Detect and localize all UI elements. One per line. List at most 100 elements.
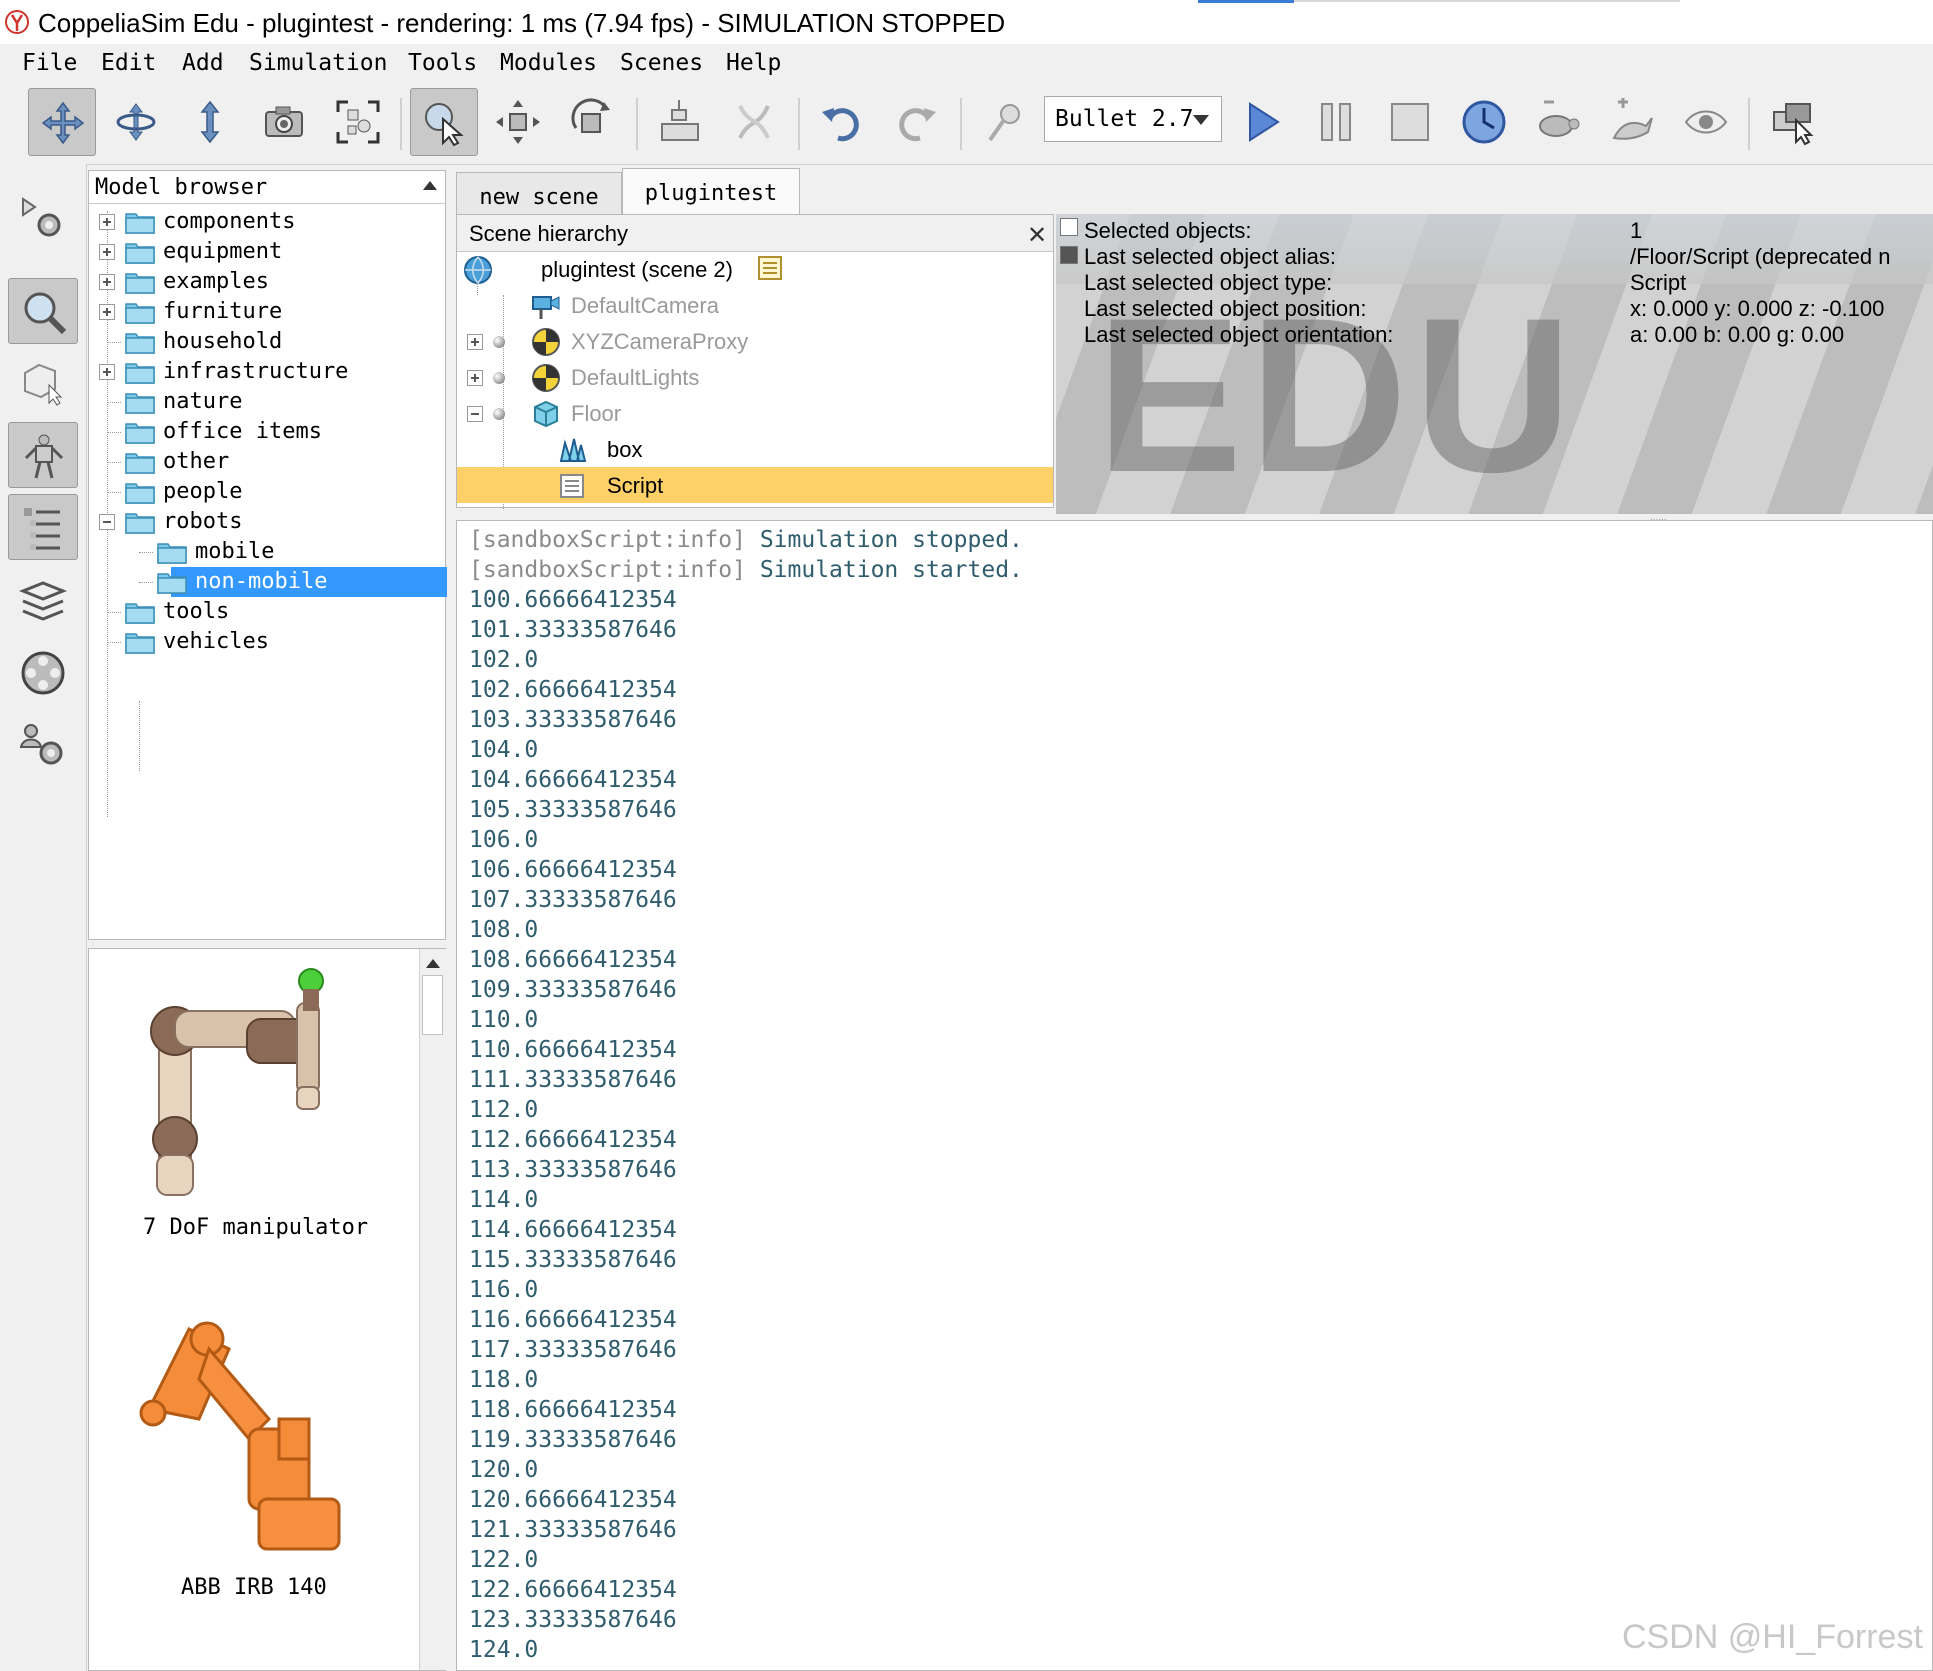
redo-button[interactable]	[882, 88, 950, 156]
scrollbar-thumb[interactable]	[422, 975, 443, 1035]
folder-icon	[125, 480, 155, 504]
move-view-button[interactable]	[28, 88, 96, 156]
dynamics-button[interactable]	[970, 88, 1038, 156]
select-button[interactable]	[410, 88, 478, 156]
stop-button[interactable]	[1376, 88, 1444, 156]
model-browser-header[interactable]: Model browser	[89, 171, 445, 204]
hierarchy-button[interactable]	[8, 494, 78, 560]
toggle-window-button[interactable]	[1758, 88, 1826, 156]
expand-icon[interactable]	[99, 304, 115, 320]
visualization-icon	[1684, 110, 1728, 134]
undo-button[interactable]	[808, 88, 876, 156]
model-folder-label: furniture	[163, 299, 283, 324]
model-folder-row[interactable]: people	[89, 477, 445, 507]
script-icon[interactable]	[755, 253, 785, 283]
collapse-icon[interactable]	[99, 514, 115, 530]
robot-button[interactable]	[8, 422, 78, 488]
model-folder-row[interactable]: components	[89, 207, 445, 237]
collapse-icon[interactable]	[467, 406, 483, 422]
console-text: Simulation started.	[759, 557, 1023, 583]
expand-icon[interactable]	[467, 334, 483, 350]
model-folder-row[interactable]: other	[89, 447, 445, 477]
menu-scenes[interactable]: Scenes	[620, 50, 703, 76]
menu-add[interactable]: Add	[182, 50, 224, 76]
console-tag: [sandboxScript:info]	[469, 557, 746, 583]
folder-icon	[125, 360, 155, 384]
info-pin-icon[interactable]	[1060, 246, 1078, 264]
select-icon	[425, 103, 464, 147]
camera-object-icon	[532, 296, 560, 319]
info-toggle-icon[interactable]	[1060, 218, 1078, 236]
scene-root-row[interactable]: plugintest (scene 2)	[457, 251, 1053, 287]
hierarchy-item-script[interactable]: Script	[457, 467, 1053, 503]
model-folder-row[interactable]: tools	[89, 597, 445, 627]
thumbnail-scrollbar[interactable]	[419, 949, 446, 1670]
physics-engine-select[interactable]: Bullet 2.7	[1044, 96, 1222, 142]
expand-icon[interactable]	[99, 274, 115, 290]
shift-view-button[interactable]	[176, 88, 244, 156]
hierarchy-item-xyzcameraproxy[interactable]: XYZCameraProxy	[457, 323, 1053, 359]
assemble-button[interactable]	[646, 88, 714, 156]
pause-button[interactable]	[1302, 88, 1370, 156]
tab-plugintest[interactable]: plugintest	[622, 168, 800, 218]
model-folder-row[interactable]: infrastructure	[89, 357, 445, 387]
hierarchy-item-defaultlights[interactable]: DefaultLights	[457, 359, 1053, 395]
model-folder-row[interactable]: vehicles	[89, 627, 445, 657]
realtime-button[interactable]	[1450, 88, 1518, 156]
model-folder-row[interactable]: household	[89, 327, 445, 357]
hierarchy-item-defaultcamera[interactable]: DefaultCamera	[457, 287, 1053, 323]
rotate-view-button[interactable]	[102, 88, 170, 156]
7-dof-manipulator-thumbnail[interactable]	[129, 959, 369, 1209]
scroll-up-icon[interactable]	[426, 959, 440, 968]
hierarchy-item-box[interactable]: box	[457, 431, 1053, 467]
panel-splitter[interactable]: ......	[88, 940, 446, 953]
expand-icon[interactable]	[467, 370, 483, 386]
object-rotate-button[interactable]	[558, 88, 626, 156]
menu-help[interactable]: Help	[726, 50, 781, 76]
menu-modules[interactable]: Modules	[500, 50, 597, 76]
fit-view-button[interactable]	[324, 88, 392, 156]
model-folder-row[interactable]: nature	[89, 387, 445, 417]
expand-icon[interactable]	[99, 364, 115, 380]
slow-down-button[interactable]	[1524, 88, 1592, 156]
object-move-button[interactable]	[484, 88, 552, 156]
film-button[interactable]	[8, 640, 78, 706]
toggle-window-icon	[1773, 103, 1814, 146]
expand-icon[interactable]	[99, 244, 115, 260]
model-folder-row[interactable]: non-mobile	[89, 567, 447, 597]
layers-button[interactable]	[8, 568, 78, 634]
hierarchy-item-label: Floor	[571, 401, 622, 426]
menu-tools[interactable]: Tools	[408, 50, 477, 76]
folder-icon	[125, 600, 155, 624]
menu-simulation[interactable]: Simulation	[249, 50, 387, 76]
model-folder-row[interactable]: mobile	[89, 537, 445, 567]
visualization-button[interactable]	[1672, 88, 1740, 156]
model-folder-row[interactable]: office items	[89, 417, 445, 447]
abb-irb-140-thumbnail[interactable]	[129, 1309, 369, 1569]
user-settings-button[interactable]	[8, 712, 78, 778]
hierarchy-item-floor[interactable]: Floor	[457, 395, 1053, 431]
camera-button[interactable]	[250, 88, 318, 156]
model-folder-row[interactable]: robots	[89, 507, 445, 537]
hierarchy-item-label: box	[607, 437, 643, 462]
magnifier-button[interactable]	[8, 278, 78, 344]
model-folder-row[interactable]: examples	[89, 267, 445, 297]
toolbar-separator	[400, 98, 402, 150]
model-folder-row[interactable]: equipment	[89, 237, 445, 267]
transfer-dna-button[interactable]	[720, 88, 788, 156]
expand-icon[interactable]	[99, 214, 115, 230]
status-console[interactable]: [sandboxScript:info] Simulation stopped.…	[456, 520, 1933, 1671]
sim-settings-button[interactable]	[8, 186, 78, 252]
close-icon[interactable]: ✕	[1027, 221, 1047, 250]
model-folder-row[interactable]: furniture	[89, 297, 445, 327]
3d-viewport[interactable]: EDU Selected objects: Last selected obje…	[1056, 214, 1933, 514]
pause-icon	[1321, 103, 1351, 141]
console-line: 116.0	[469, 1277, 539, 1303]
menu-edit[interactable]: Edit	[101, 50, 156, 76]
play-button[interactable]	[1228, 88, 1296, 156]
left-toolbar	[0, 164, 87, 1671]
speed-up-button[interactable]	[1598, 88, 1666, 156]
tab-new-scene[interactable]: new scene	[456, 172, 622, 218]
shape-edit-button[interactable]	[8, 350, 78, 416]
menu-file[interactable]: File	[22, 50, 77, 76]
